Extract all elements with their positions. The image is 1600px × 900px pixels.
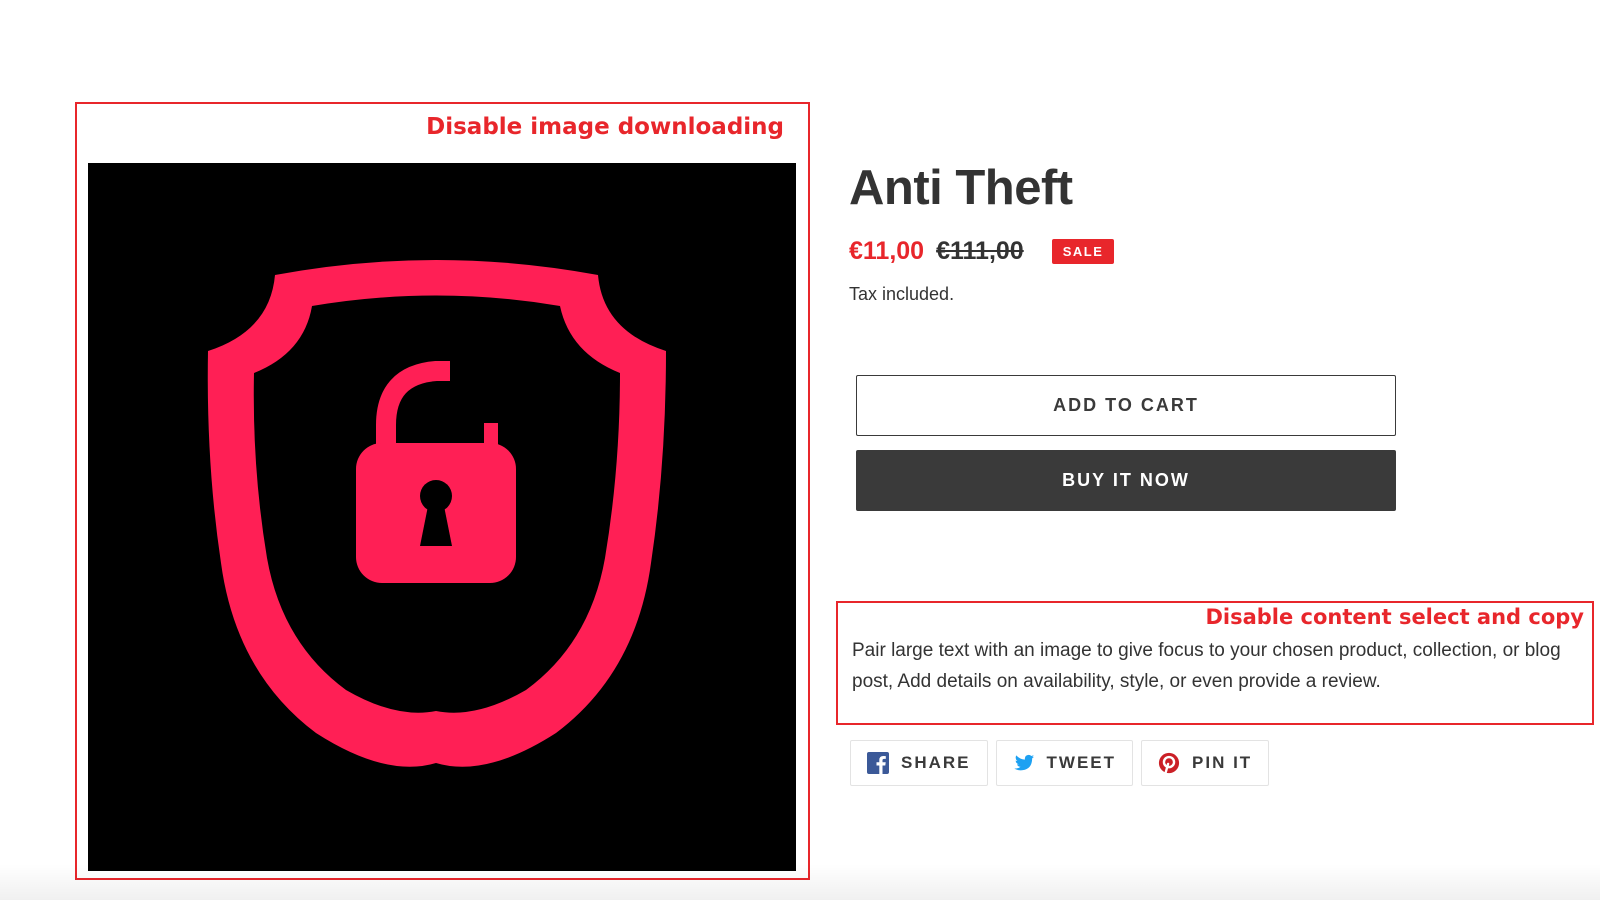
tweet-label: TWEET (1046, 753, 1117, 772)
social-share-row: SHARE TWEET PIN IT (850, 740, 1270, 786)
twitter-icon (1013, 752, 1035, 774)
pinterest-icon (1158, 752, 1180, 774)
image-protection-annotation: Disable image downloading (75, 102, 810, 880)
image-protection-label: Disable image downloading (426, 114, 784, 140)
facebook-share-button[interactable]: SHARE (850, 740, 988, 786)
share-label: SHARE (901, 753, 971, 772)
content-protection-label: Disable content select and copy (1205, 605, 1584, 629)
product-description: Pair large text with an image to give fo… (852, 640, 1561, 692)
add-to-cart-button[interactable]: ADD TO CART (856, 375, 1396, 436)
pinterest-pin-button[interactable]: PIN IT (1141, 740, 1270, 786)
twitter-tweet-button[interactable]: TWEET (995, 740, 1134, 786)
shield-unlocked-padlock-icon (207, 260, 666, 767)
price-row: €11,00 €111,00 SALE (849, 234, 1115, 268)
buy-it-now-button[interactable]: BUY IT NOW (856, 450, 1396, 511)
sale-badge: SALE (1051, 238, 1115, 264)
product-title: Anti Theft (849, 161, 1073, 215)
content-protection-annotation: Disable content select and copy Pair lar… (836, 601, 1594, 725)
facebook-icon (867, 752, 889, 774)
tax-note: Tax included. (849, 284, 955, 304)
product-image[interactable] (88, 163, 796, 871)
bottom-shadow (0, 864, 1600, 900)
pin-it-label: PIN IT (1192, 753, 1253, 772)
sale-price: €11,00 (849, 236, 925, 265)
regular-price: €111,00 (936, 236, 1024, 265)
product-page: Disable image downloading Anti Theft €11… (0, 0, 1600, 900)
